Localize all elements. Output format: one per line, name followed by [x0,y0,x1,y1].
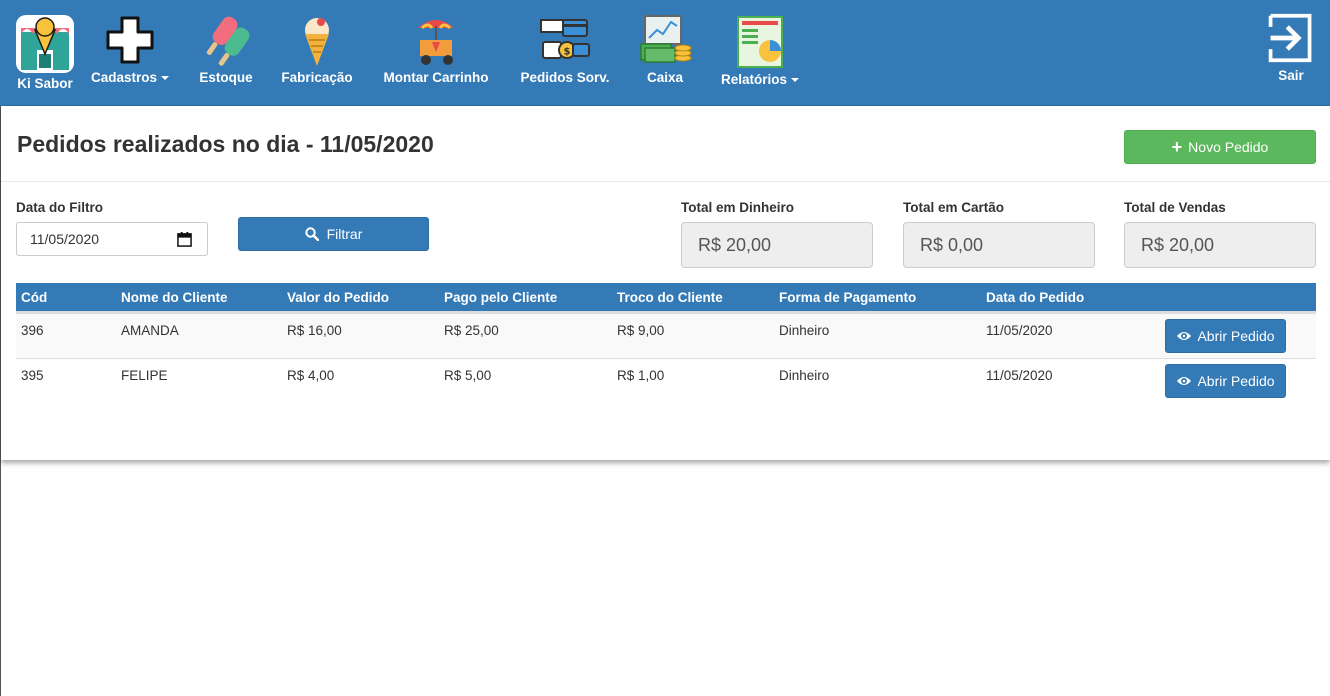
ice-cream-shop-icon [16,15,74,73]
new-order-label: Novo Pedido [1188,139,1269,155]
cell-forma: Dinheiro [779,323,830,338]
filter-button-label: Filtrar [326,226,363,242]
total-sales-value: R$ 20,00 [1141,234,1215,255]
cell-cod: 395 [21,368,44,383]
header-pago: Pago pelo Cliente [444,290,558,305]
page-title: Pedidos realizados no dia - 11/05/2020 [17,131,434,157]
cell-cod: 396 [21,323,44,338]
plus-icon: + [1171,137,1183,157]
brand-link[interactable]: Ki Sabor [14,0,76,106]
cell-forma: Dinheiro [779,368,830,383]
header-cod: Cód [21,290,48,305]
cell-pago: R$ 5,00 [444,368,492,383]
cell-troco: R$ 9,00 [617,323,665,338]
search-icon [304,227,319,241]
nav-fabricacao-label: Fabricação [281,70,353,85]
new-order-button[interactable]: + Novo Pedido [1124,130,1316,164]
cash-register-icon [640,15,692,63]
total-sales-field: R$ 20,00 [1124,222,1316,268]
popsicle-icon [206,16,250,66]
chevron-down-icon [791,78,800,83]
header-forma: Forma de Pagamento [779,290,917,305]
divider [1,181,1330,182]
total-card-label: Total em Cartão [903,200,1005,215]
header-data: Data do Pedido [986,290,1085,305]
logout-link[interactable]: Sair [1264,0,1318,106]
nav-pedidos-sorv-label: Pedidos Sorv. [520,70,610,85]
cell-valor: R$ 16,00 [287,323,342,338]
payment-cards-icon: $ [540,19,590,59]
table-row: 395 FELIPE R$ 4,00 R$ 5,00 R$ 1,00 Dinhe… [16,358,1316,403]
cell-valor: R$ 4,00 [287,368,335,383]
cell-pago: R$ 25,00 [444,323,499,338]
header-troco: Troco do Cliente [617,290,723,305]
cell-data: 11/05/2020 [986,323,1053,338]
cell-data: 11/05/2020 [986,368,1053,383]
nav-cadastros[interactable]: Cadastros [88,0,172,106]
nav-estoque-label: Estoque [199,70,253,85]
eye-icon [1177,377,1192,385]
filter-date-input[interactable]: 11/05/2020 [16,222,208,256]
nav-pedidos-sorv[interactable]: $ Pedidos Sorv. [518,0,612,106]
svg-text:$: $ [564,47,571,58]
total-sales-label: Total de Vendas [1124,200,1226,215]
nav-relatorios[interactable]: Relatórios [718,0,802,106]
nav-relatorios-label: Relatórios [720,72,788,87]
open-order-label: Abrir Pedido [1197,328,1275,344]
header-cliente: Nome do Cliente [121,290,228,305]
nav-caixa[interactable]: Caixa [638,0,692,106]
open-order-button[interactable]: Abrir Pedido [1165,364,1286,398]
filter-date-value: 11/05/2020 [30,231,100,247]
total-card-field: R$ 0,00 [903,222,1095,268]
cell-cliente: AMANDA [121,323,179,338]
chevron-down-icon [161,76,170,81]
report-chart-icon [737,16,783,68]
nav-fabricacao[interactable]: Fabricação [280,0,354,106]
nav-caixa-label: Caixa [646,70,684,85]
logout-icon [1268,13,1312,63]
top-navbar: Ki Sabor Cadastros Estoque Fabricação Mo… [0,0,1330,106]
ice-cream-cone-icon [305,18,329,66]
plus-icon [106,16,154,64]
total-card-value: R$ 0,00 [920,234,984,255]
logout-label: Sair [1278,68,1304,83]
cell-troco: R$ 1,00 [617,368,665,383]
cell-cliente: FELIPE [121,368,168,383]
filter-date-label: Data do Filtro [16,200,103,215]
nav-montar-carrinho-label: Montar Carrinho [383,70,489,85]
calendar-icon[interactable] [177,232,192,247]
total-cash-label: Total em Dinheiro [681,200,795,215]
open-order-label: Abrir Pedido [1197,373,1275,389]
total-cash-field: R$ 20,00 [681,222,873,268]
orders-panel: Pedidos realizados no dia - 11/05/2020 +… [1,106,1330,460]
brand-label: Ki Sabor [17,76,73,91]
header-valor: Valor do Pedido [287,290,390,305]
open-order-button[interactable]: Abrir Pedido [1165,319,1286,353]
filter-button[interactable]: Filtrar [238,217,429,251]
table-row: 396 AMANDA R$ 16,00 R$ 25,00 R$ 9,00 Din… [16,313,1316,358]
nav-cadastros-label: Cadastros [90,70,158,85]
nav-estoque[interactable]: Estoque [196,0,256,106]
eye-icon [1177,332,1192,340]
table-header: Cód Nome do Cliente Valor do Pedido Pago… [16,283,1316,313]
orders-table: Cód Nome do Cliente Valor do Pedido Pago… [16,283,1316,403]
nav-montar-carrinho[interactable]: Montar Carrinho [380,0,492,106]
ice-cream-cart-icon [418,20,454,65]
total-cash-value: R$ 20,00 [698,234,772,255]
